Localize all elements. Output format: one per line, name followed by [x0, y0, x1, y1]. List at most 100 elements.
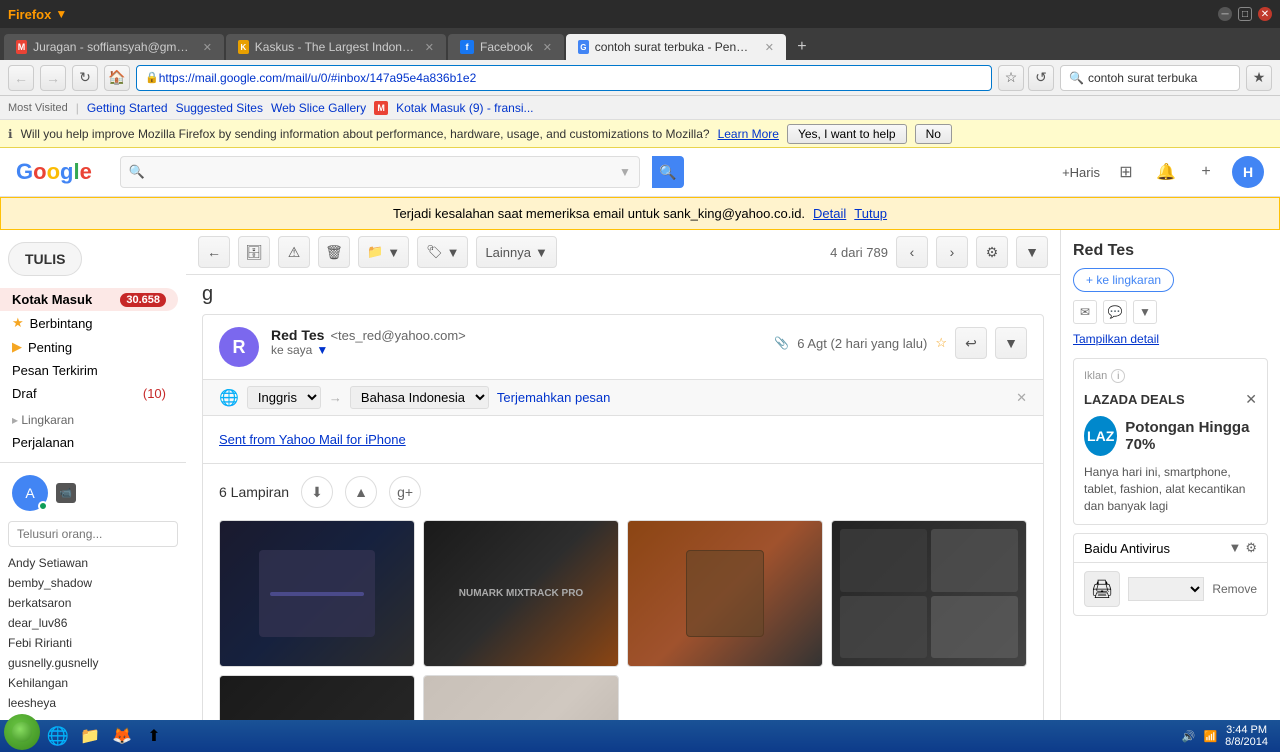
archive-btn[interactable]: 🗄 [238, 236, 270, 268]
more-contact-icon[interactable]: ▼ [1133, 300, 1157, 324]
add-circle-btn[interactable]: + ke lingkaran [1073, 268, 1174, 292]
tab-kaskus[interactable]: K Kaskus - The Largest Indonesian Com...… [226, 34, 446, 60]
translate-action-btn[interactable]: Terjemahkan pesan [497, 390, 610, 405]
attachment-6[interactable] [423, 675, 619, 720]
labels-btn[interactable]: 🏷 ▼ [417, 236, 468, 268]
sidebar-item-sent[interactable]: Pesan Terkirim [0, 359, 178, 382]
ad-close-btn[interactable]: ✕ [1245, 391, 1257, 408]
getting-started-link[interactable]: Getting Started [87, 101, 168, 115]
close-btn[interactable]: ✕ [1258, 7, 1272, 21]
move-to-btn[interactable]: 📁 ▼ [358, 236, 409, 268]
reply-btn[interactable]: ↩ [955, 327, 987, 359]
tab-close-gmail[interactable]: ✕ [203, 41, 212, 54]
refresh-btn2[interactable]: ↺ [1028, 65, 1054, 91]
back-btn[interactable]: ← [8, 65, 34, 91]
maximize-btn[interactable]: □ [1238, 7, 1252, 21]
taskbar-folder-icon[interactable]: 📁 [76, 722, 104, 750]
settings-btn[interactable]: ⚙ [976, 236, 1008, 268]
sidebar-item-important[interactable]: ▶ Penting [0, 335, 178, 359]
baidu-select[interactable] [1128, 577, 1204, 601]
sidebar-item-drafts[interactable]: Draf (10) [0, 382, 178, 405]
compose-btn[interactable]: TULIS [8, 242, 82, 276]
notifications-icon[interactable]: 🔔 [1152, 158, 1180, 186]
delete-btn[interactable]: 🗑 [318, 236, 350, 268]
attachment-2[interactable]: NUMARK MIXTRACK PRO [423, 520, 619, 667]
most-visited-label[interactable]: Most Visited [8, 102, 68, 114]
reload-btn[interactable]: ↻ [72, 65, 98, 91]
minimize-btn[interactable]: ─ [1218, 7, 1232, 21]
more-email-btn[interactable]: ▼ [995, 327, 1027, 359]
contact-andy[interactable]: Andy Setiawan [8, 553, 178, 573]
translate-close-icon[interactable]: ✕ [1016, 390, 1027, 406]
translate-to-select[interactable]: Bahasa Indonesia [350, 386, 489, 409]
translate-from-select[interactable]: Inggris [247, 386, 321, 409]
user-avatar-widget[interactable]: A [12, 475, 48, 511]
baidu-collapse-btn[interactable]: ▼ [1228, 540, 1241, 556]
contact-febi[interactable]: Febi Ririanti [8, 633, 178, 653]
contact-bemby[interactable]: bemby_shadow [8, 573, 178, 593]
gmail-search-box[interactable]: 🔍 ▼ [120, 156, 640, 188]
yes-btn[interactable]: Yes, I want to help [787, 124, 907, 144]
download-all-btn[interactable]: ⬇ [301, 476, 333, 508]
contact-kehilangan[interactable]: Kehilangan [8, 673, 178, 693]
gmail-search-input[interactable] [153, 164, 611, 180]
save-to-drive-btn[interactable]: ▲ [345, 476, 377, 508]
search-bar[interactable]: 🔍 contoh surat terbuka [1060, 65, 1240, 91]
user-plus-label[interactable]: +Haris [1062, 165, 1100, 180]
attachment-3[interactable] [627, 520, 823, 667]
apps-icon[interactable]: ⊞ [1112, 158, 1140, 186]
gmail-search-btn[interactable]: 🔍 [652, 156, 684, 188]
to-dropdown[interactable]: ▼ [316, 343, 328, 357]
add-account-icon[interactable]: + [1192, 158, 1220, 186]
star-email-icon[interactable]: ☆ [935, 335, 947, 351]
tab-gmail[interactable]: M Juragan - soffiansyah@gmail.com - ... … [4, 34, 224, 60]
web-slice-link[interactable]: Web Slice Gallery [271, 101, 366, 115]
contact-berkatsaron[interactable]: berkatsaron [8, 593, 178, 613]
start-btn[interactable] [4, 714, 40, 750]
tab-close-kaskus[interactable]: ✕ [425, 41, 434, 54]
alert-detail-link[interactable]: Detail [813, 206, 846, 221]
contact-leesheya[interactable]: leesheya [8, 693, 178, 713]
baidu-remove-btn[interactable]: Remove [1212, 582, 1257, 596]
next-page-btn[interactable]: › [936, 236, 968, 268]
sidebar-item-inbox[interactable]: Kotak Masuk 30.658 [0, 288, 178, 311]
attachment-4[interactable] [831, 520, 1027, 667]
email-contact-icon[interactable]: ✉ [1073, 300, 1097, 324]
chat-contact-icon[interactable]: 💬 [1103, 300, 1127, 324]
prev-page-btn[interactable]: ‹ [896, 236, 928, 268]
more-btn[interactable]: Lainnya ▼ [476, 236, 556, 268]
sidebar-item-travel[interactable]: Perjalanan [0, 431, 178, 454]
tab-facebook[interactable]: f Facebook ✕ [448, 34, 564, 60]
people-search-input[interactable] [8, 521, 178, 547]
alert-close-btn[interactable]: Tutup [854, 206, 887, 221]
taskbar-app4-icon[interactable]: ⬆ [140, 722, 168, 750]
yahoo-mail-link[interactable]: Sent from Yahoo Mail for iPhone [219, 432, 406, 447]
contact-dear[interactable]: dear_luv86 [8, 613, 178, 633]
tab-add-btn[interactable]: + [788, 34, 816, 60]
learn-more-link[interactable]: Learn More [718, 127, 779, 141]
user-avatar[interactable]: H [1232, 156, 1264, 188]
tab-google-search[interactable]: G contoh surat terbuka - Penelusuran G..… [566, 34, 786, 60]
no-btn[interactable]: No [915, 124, 952, 144]
contact-gusnelly[interactable]: gusnelly.gusnelly [8, 653, 178, 673]
bookmarks-btn[interactable]: ★ [1246, 65, 1272, 91]
report-spam-btn[interactable]: ⚠ [278, 236, 310, 268]
settings-dropdown-btn[interactable]: ▼ [1016, 236, 1048, 268]
firefox-dropdown[interactable]: ▼ [55, 7, 67, 21]
taskbar-firefox-icon[interactable]: 🦊 [108, 722, 136, 750]
home-btn[interactable]: 🏠 [104, 65, 130, 91]
ad-info-icon[interactable]: i [1111, 369, 1125, 383]
video-chat-icon[interactable]: 📹 [56, 483, 76, 503]
address-bar[interactable]: 🔒 https://mail.google.com/mail/u/0/#inbo… [136, 65, 992, 91]
sidebar-section-circles[interactable]: ▸ Lingkaran [0, 409, 186, 431]
gmail-bm-link[interactable]: Kotak Masuk (9) - fransi... [396, 101, 533, 115]
bookmark-star[interactable]: ☆ [998, 65, 1024, 91]
show-details-link[interactable]: Tampilkan detail [1073, 332, 1268, 346]
attachment-5[interactable]: NU [219, 675, 415, 720]
tab-close-google[interactable]: ✕ [765, 41, 774, 54]
attachment-1[interactable] [219, 520, 415, 667]
search-dropdown[interactable]: ▼ [619, 165, 631, 179]
baidu-settings-icon[interactable]: ⚙ [1245, 540, 1257, 556]
share-btn[interactable]: g+ [389, 476, 421, 508]
suggested-sites-link[interactable]: Suggested Sites [176, 101, 263, 115]
